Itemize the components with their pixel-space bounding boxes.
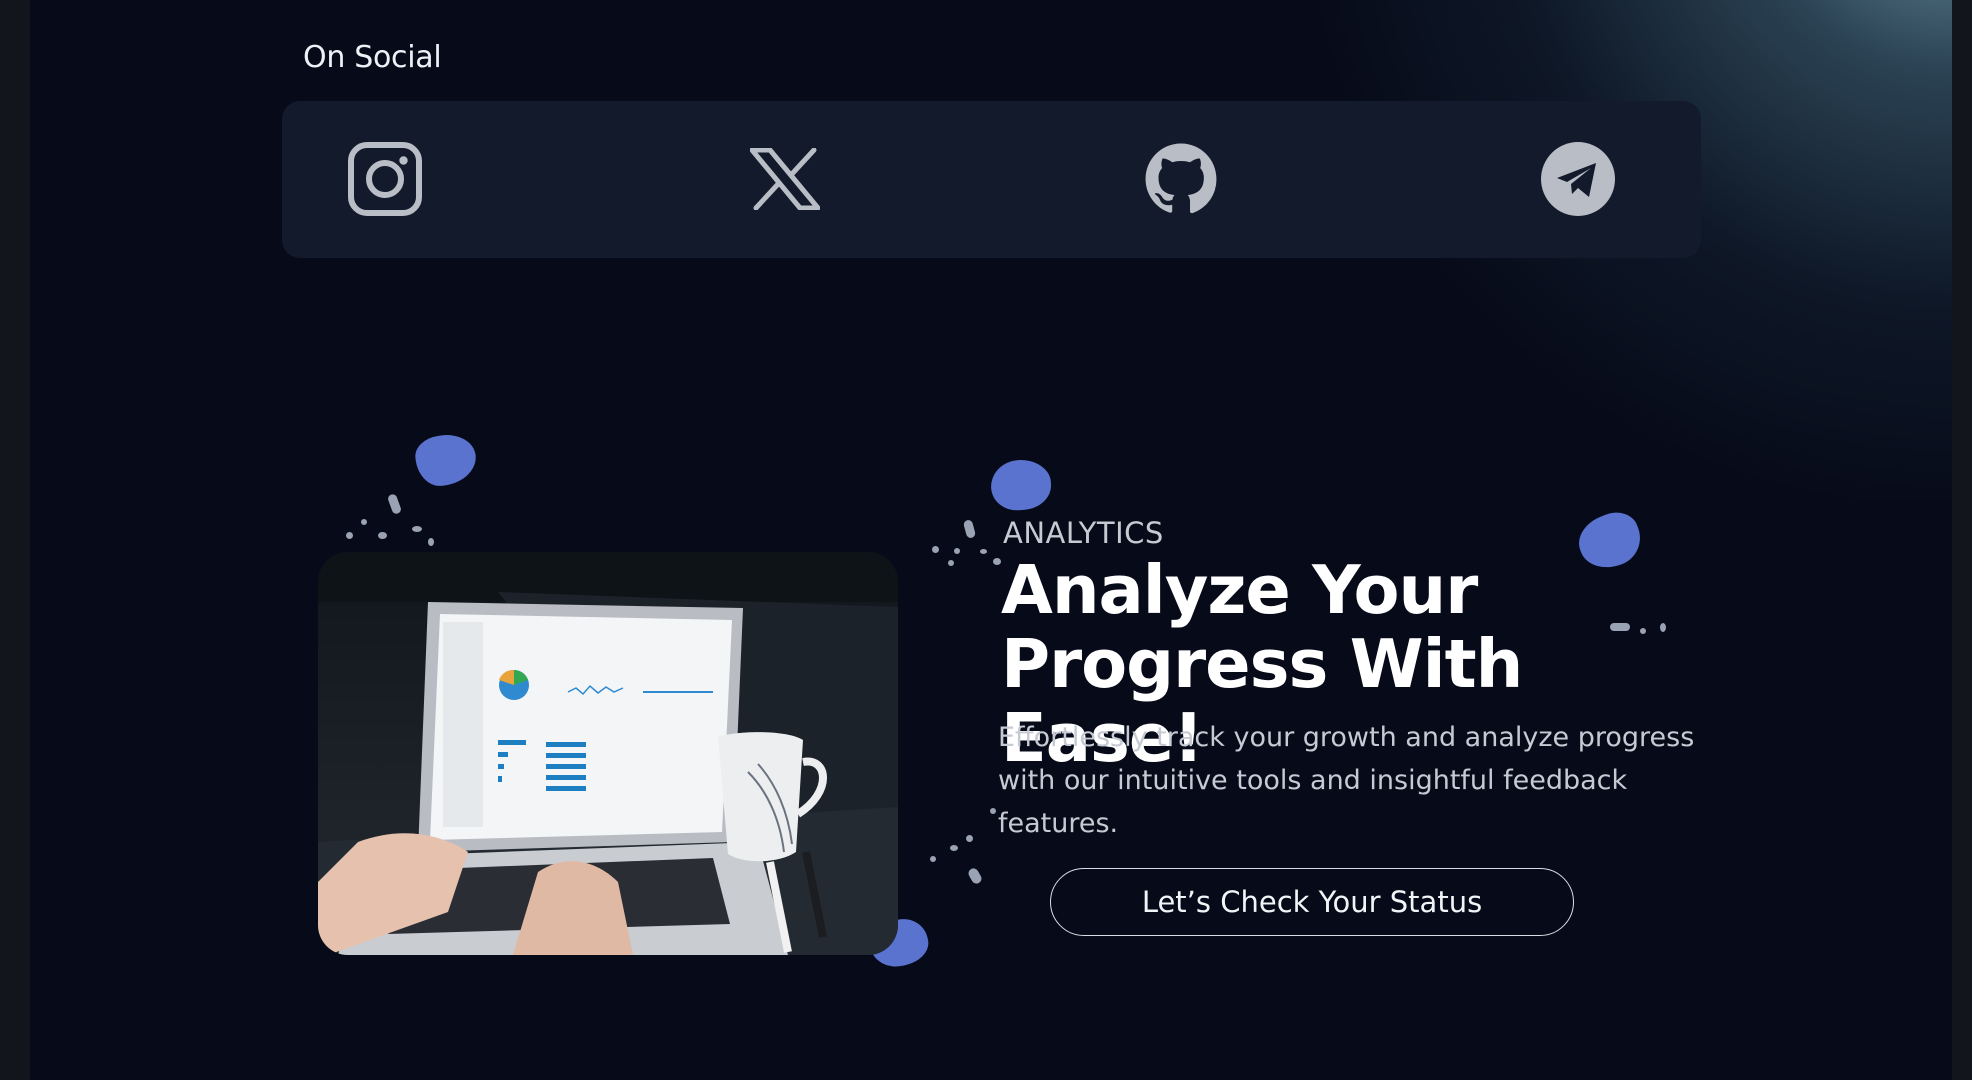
decorative-dot [428, 538, 434, 546]
decorative-dot [932, 546, 939, 553]
social-links-bar [282, 101, 1701, 258]
social-section-title: On Social [303, 40, 442, 75]
hero-headline-line: Analyze Your [1001, 551, 1478, 629]
decorative-blob [412, 431, 480, 489]
x-icon [750, 148, 820, 210]
decorative-dot [962, 519, 977, 539]
decorative-dot [346, 532, 353, 539]
x-link[interactable] [745, 139, 825, 219]
telegram-link[interactable] [1538, 139, 1618, 219]
decorative-dot [966, 866, 984, 886]
hero-description: Effortlessly track your growth and analy… [998, 722, 1695, 839]
decorative-dot [361, 519, 367, 525]
telegram-icon [1541, 142, 1615, 216]
github-link[interactable] [1141, 139, 1221, 219]
section-eyebrow: ANALYTICS [1003, 516, 1164, 550]
page-frame: On Social ANALYTICS Analyze Your Progres… [30, 0, 1952, 1080]
decorative-dot [386, 493, 403, 515]
decorative-dot [412, 526, 422, 532]
decorative-dot [930, 856, 936, 862]
decorative-dot [990, 808, 996, 814]
github-icon [1145, 143, 1217, 214]
check-status-button[interactable]: Let’s Check Your Status [1050, 868, 1574, 936]
laptop-photo-illustration [318, 552, 898, 955]
decorative-dot [966, 835, 973, 842]
decorative-dot [954, 548, 960, 554]
laptop-analytics-photo [318, 552, 898, 955]
decorative-dot [993, 558, 1001, 565]
decorative-dot [980, 549, 987, 554]
instagram-link[interactable] [345, 139, 425, 219]
decorative-blob [989, 457, 1053, 513]
decorative-dot [948, 560, 954, 566]
decorative-dot [378, 532, 387, 539]
decorative-dot [950, 845, 958, 851]
instagram-icon [348, 142, 422, 216]
